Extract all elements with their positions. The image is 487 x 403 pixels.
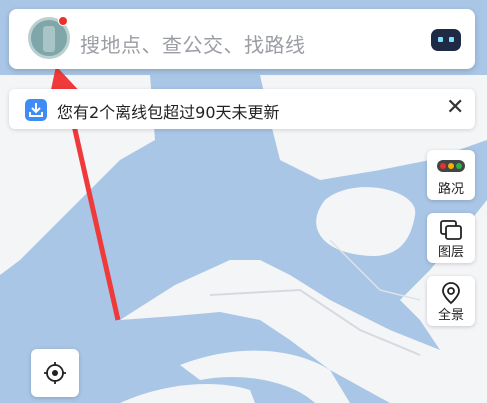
overview-button[interactable]: 全景 <box>427 276 475 326</box>
island-middle <box>316 187 416 256</box>
locate-button[interactable] <box>31 349 79 397</box>
download-icon <box>25 99 47 121</box>
search-input[interactable]: 搜地点、查公交、找路线 <box>80 29 306 58</box>
avatar-figure <box>43 26 55 52</box>
traffic-light-icon <box>437 160 465 172</box>
traffic-label: 路况 <box>437 182 464 197</box>
locate-icon <box>44 362 66 384</box>
location-pin-icon <box>442 282 460 305</box>
layers-label: 图层 <box>437 245 464 260</box>
offline-package-notice[interactable]: 您有2个离线包超过90天未更新 ✕ <box>9 89 475 129</box>
robot-icon[interactable] <box>431 29 461 51</box>
layers-icon <box>440 220 462 240</box>
close-icon[interactable]: ✕ <box>446 95 464 120</box>
layers-button[interactable]: 图层 <box>427 213 475 263</box>
notification-dot <box>58 16 68 26</box>
notice-text: 您有2个离线包超过90天未更新 <box>57 103 280 122</box>
traffic-button[interactable]: 路况 <box>427 150 475 200</box>
overview-label: 全景 <box>437 308 464 323</box>
